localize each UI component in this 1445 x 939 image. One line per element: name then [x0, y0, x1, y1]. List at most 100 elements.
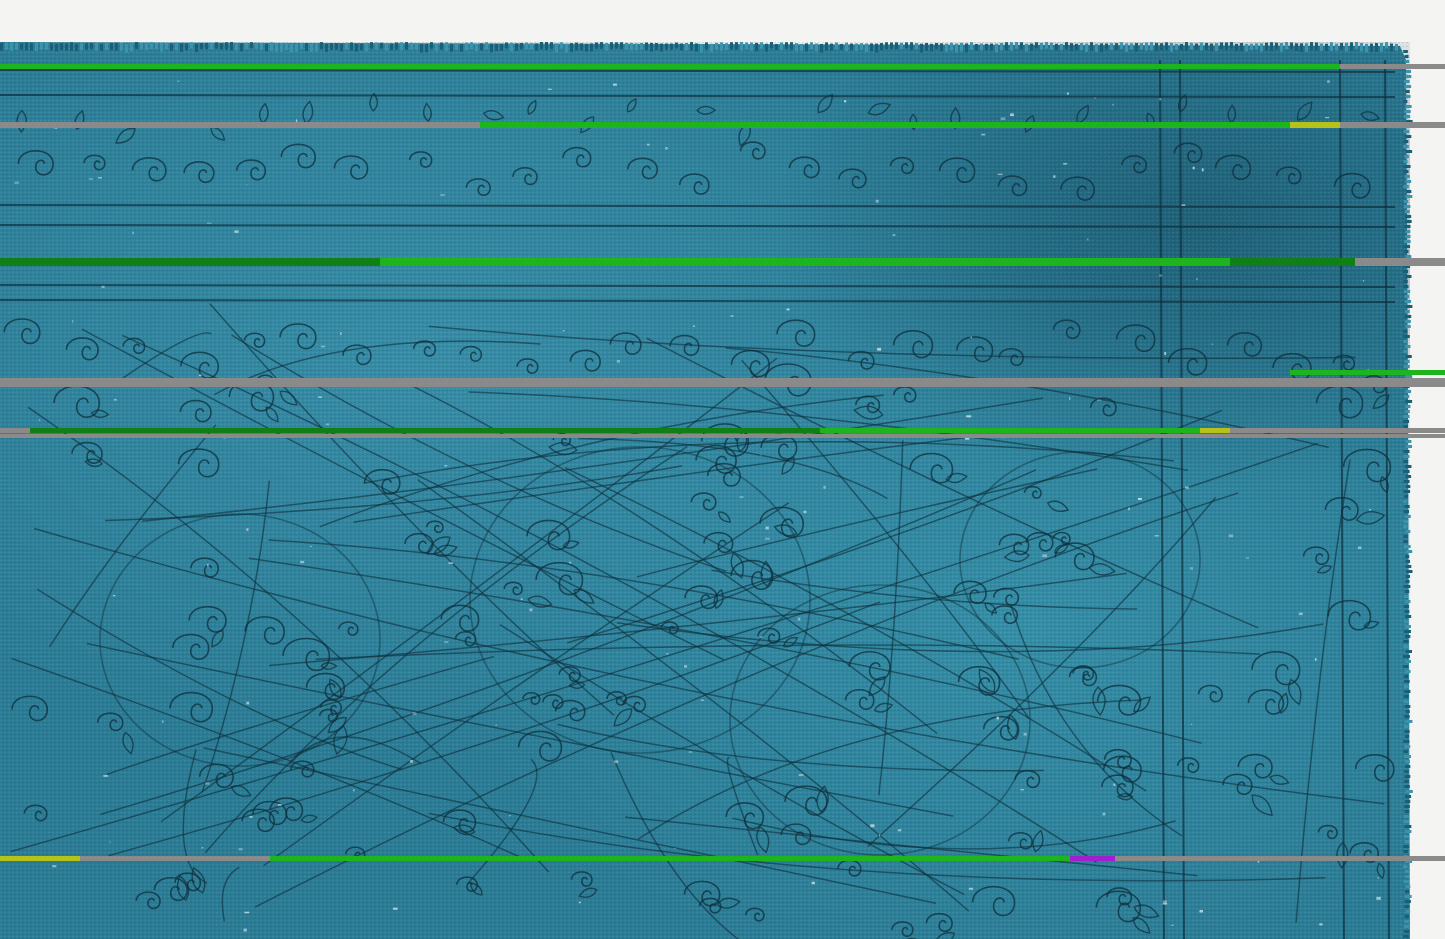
fringe-knot [1220, 42, 1223, 50]
fringe-knot [770, 42, 773, 49]
wear-speck [1369, 508, 1371, 511]
fringe-knot [930, 43, 933, 52]
wear-speck [1184, 486, 1189, 489]
fringe-knot [910, 42, 913, 50]
fringe-knot [960, 42, 963, 52]
fringe-knot [1404, 765, 1411, 768]
fringe-knot [1405, 660, 1411, 663]
fringe-knot [1403, 280, 1408, 283]
wear-speck [246, 701, 250, 705]
fringe-knot [235, 43, 238, 51]
wear-speck [1020, 789, 1024, 791]
fringe-knot [1403, 245, 1411, 248]
fringe-knot [1403, 450, 1410, 453]
fringe-knot [1215, 43, 1218, 52]
fringe-knot [1405, 90, 1410, 93]
fringe-knot [535, 43, 538, 51]
scanline-segment [80, 856, 270, 861]
wear-speck [1246, 557, 1249, 559]
fringe-knot [1130, 43, 1133, 50]
fringe-knot [1285, 42, 1288, 50]
scanline-segment [1340, 64, 1445, 69]
wear-speck [1190, 723, 1193, 725]
fringe-knot [1403, 685, 1409, 688]
fringe-knot [1140, 43, 1143, 50]
wear-speck [1069, 397, 1071, 400]
wear-speck [613, 83, 617, 86]
fringe-knot [435, 43, 438, 52]
wear-speck [1010, 113, 1014, 117]
fringe-knot [1310, 42, 1313, 50]
fringe-knot [1405, 555, 1410, 558]
fringe-knot [110, 42, 113, 51]
fringe-knot [1403, 165, 1411, 168]
fringe-knot [1404, 890, 1410, 893]
fringe-knot [1155, 42, 1158, 52]
fringe-knot [385, 43, 388, 51]
wear-speck [1325, 117, 1330, 119]
fringe-knot [445, 42, 448, 52]
fringe-knot [1403, 455, 1410, 458]
fringe-knot [560, 42, 563, 49]
fringe-knot [1015, 42, 1018, 49]
fringe-knot [1403, 115, 1411, 118]
fringe-knot [1405, 625, 1411, 628]
fringe-knot [545, 42, 548, 50]
fringe-knot [905, 42, 908, 49]
fringe-knot [1295, 43, 1298, 51]
fringe-knot [750, 42, 753, 51]
wear-speck [1023, 732, 1027, 736]
fringe-knot [450, 43, 453, 52]
wear-speck [1063, 162, 1068, 165]
fringe-knot [320, 42, 323, 50]
wear-speck [295, 119, 298, 123]
scanline-segment [1230, 428, 1445, 433]
fringe-knot [1405, 790, 1413, 793]
fringe-knot [1105, 43, 1108, 50]
wear-speck [320, 345, 326, 348]
fringe-knot [1405, 235, 1411, 238]
fringe-knot [315, 42, 318, 52]
fringe-knot [1403, 145, 1409, 148]
fringe-knot [0, 42, 3, 51]
fringe-knot [150, 42, 153, 50]
rug-photo [0, 0, 1445, 939]
wear-speck [878, 834, 881, 837]
fringe-knot [1403, 820, 1410, 823]
fringe-knot [570, 43, 573, 52]
fringe-knot [1404, 805, 1410, 808]
fringe-knot [1255, 43, 1258, 50]
fringe-knot [1404, 725, 1409, 728]
fringe-knot [70, 42, 73, 51]
fringe-knot [410, 42, 413, 50]
fringe-knot [1404, 730, 1410, 733]
wear-speck [1137, 497, 1142, 500]
fringe-knot [895, 42, 898, 50]
wear-speck [326, 423, 330, 426]
fringe-knot [340, 43, 343, 52]
fringe-knot [1403, 480, 1410, 483]
fringe-knot [1075, 43, 1078, 51]
fringe-knot [790, 42, 793, 50]
fringe-knot [60, 43, 63, 51]
wear-speck [797, 617, 801, 621]
fringe-knot [1403, 470, 1410, 473]
fringe-knot [735, 42, 738, 50]
fringe-knot [240, 43, 243, 52]
wear-speck [547, 88, 552, 91]
fringe-knot [565, 43, 568, 53]
fringe-knot [1403, 290, 1411, 293]
fringe-knot [1404, 705, 1411, 708]
fringe-knot [195, 43, 198, 53]
wear-speck [234, 230, 239, 233]
fringe-knot [1403, 695, 1409, 698]
fringe-knot [605, 43, 608, 51]
fringe-knot [370, 42, 373, 49]
fringe-knot [1404, 630, 1411, 633]
fringe-knot [1404, 905, 1410, 908]
fringe-knot [280, 42, 283, 52]
wear-speck [1192, 166, 1195, 170]
fringe-knot [1120, 42, 1123, 50]
fringe-knot [1405, 650, 1412, 653]
wear-speck [684, 665, 688, 668]
